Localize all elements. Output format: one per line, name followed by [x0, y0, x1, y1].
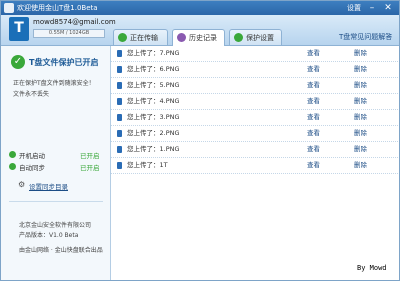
file-icon	[117, 66, 122, 73]
delete-link[interactable]: 删除	[354, 97, 367, 106]
list-item: 您上传了：7.PNG 查看 删除	[111, 46, 399, 62]
file-icon	[117, 130, 122, 137]
storage-usage-bar: 0.55M / 1024GB	[33, 29, 105, 38]
faq-link[interactable]: T盘常见问题解答	[339, 32, 392, 42]
history-icon	[177, 33, 186, 42]
transfer-icon	[118, 33, 127, 42]
list-item: 您上传了：5.PNG 查看 删除	[111, 78, 399, 94]
history-entry-name: 您上传了：3.PNG	[127, 113, 180, 121]
divider	[9, 201, 103, 202]
delete-link[interactable]: 删除	[354, 49, 367, 58]
status-desc-line: 正在保护T盘文件到随滚安全！	[13, 80, 95, 87]
tab-label: 保护设置	[246, 34, 274, 42]
file-icon	[117, 114, 122, 121]
history-entry-name: 您上传了：4.PNG	[127, 97, 180, 105]
delete-link[interactable]: 删除	[354, 113, 367, 122]
sync-folder-link[interactable]: 设置同步目录	[29, 181, 68, 191]
file-icon	[117, 146, 122, 153]
view-link[interactable]: 查看	[307, 113, 320, 122]
history-entry-name: 您上传了：1.PNG	[127, 145, 180, 153]
file-icon	[117, 162, 122, 169]
list-item: 您上传了：1T 查看 删除	[111, 158, 399, 174]
window-title: 欢迎使用金山T盘1.0Beta	[17, 4, 98, 12]
delete-link[interactable]: 删除	[354, 129, 367, 138]
delete-link[interactable]: 删除	[354, 161, 367, 170]
product-version: 产品版本：V1.0 Beta	[19, 232, 79, 239]
status-desc-line: 文件永不丢失	[13, 91, 50, 98]
history-entry-name: 您上传了：1T	[127, 161, 168, 169]
app-logo-icon	[4, 3, 14, 13]
history-entry-name: 您上传了：7.PNG	[127, 49, 180, 57]
tab-label: 历史记录	[189, 34, 217, 42]
app-window: 欢迎使用金山T盘1.0Beta 设置 – ✕ T mowd8574@gmail.…	[0, 0, 400, 281]
tab-transferring[interactable]: 正在传输	[113, 29, 168, 45]
check-icon: ✓	[11, 55, 25, 69]
view-link[interactable]: 查看	[307, 97, 320, 106]
list-item: 您上传了：3.PNG 查看 删除	[111, 110, 399, 126]
enabled-dot-icon	[9, 163, 16, 170]
view-link[interactable]: 查看	[307, 65, 320, 74]
view-link[interactable]: 查看	[307, 145, 320, 154]
history-list: 您上传了：7.PNG 查看 删除 您上传了：6.PNG 查看 删除 您上传了：5…	[111, 46, 399, 280]
feature-label: 自动同步	[19, 164, 45, 172]
shield-icon	[234, 33, 243, 42]
tab-label: 正在传输	[130, 34, 158, 42]
avatar: T	[9, 17, 29, 41]
feature-startup: 开机启动 已开启	[9, 150, 100, 160]
file-icon	[117, 82, 122, 89]
protection-status-title: T盘文件保护已开启	[29, 58, 99, 67]
feature-label: 开机启动	[19, 152, 45, 160]
delete-link[interactable]: 删除	[354, 65, 367, 74]
byline: By Mowd	[357, 264, 387, 272]
wrench-icon: ⚙	[18, 180, 26, 189]
view-link[interactable]: 查看	[307, 161, 320, 170]
delete-link[interactable]: 删除	[354, 81, 367, 90]
account-email: mowd8574@gmail.com	[33, 18, 116, 26]
avatar-letter: T	[14, 20, 24, 36]
tab-history[interactable]: 历史记录	[172, 29, 225, 46]
delete-link[interactable]: 删除	[354, 145, 367, 154]
protection-status-desc: 正在保护T盘文件到随滚安全！ 文件永不丢失	[13, 78, 105, 100]
history-entry-name: 您上传了：2.PNG	[127, 129, 180, 137]
enabled-dot-icon	[9, 151, 16, 158]
view-link[interactable]: 查看	[307, 81, 320, 90]
view-link[interactable]: 查看	[307, 129, 320, 138]
feature-state[interactable]: 已开启	[80, 162, 100, 172]
file-icon	[117, 50, 122, 57]
tab-protection-settings[interactable]: 保护设置	[229, 29, 282, 45]
close-icon[interactable]: ✕	[381, 2, 395, 14]
list-item: 您上传了：6.PNG 查看 删除	[111, 62, 399, 78]
title-bar[interactable]: 欢迎使用金山T盘1.0Beta 设置 – ✕	[1, 1, 399, 15]
feature-state[interactable]: 已开启	[80, 150, 100, 160]
settings-button[interactable]: 设置	[347, 3, 361, 13]
list-item: 您上传了：4.PNG 查看 删除	[111, 94, 399, 110]
history-entry-name: 您上传了：6.PNG	[127, 65, 180, 73]
file-icon	[117, 98, 122, 105]
publisher-info: 由金山网络 · 金山快盘联合出品	[19, 247, 103, 254]
company-name: 北京金山安全软件有限公司	[19, 222, 92, 229]
feature-auto-sync: 自动同步 已开启	[9, 162, 100, 172]
list-item: 您上传了：1.PNG 查看 删除	[111, 142, 399, 158]
minimize-icon[interactable]: –	[366, 2, 378, 14]
list-item: 您上传了：2.PNG 查看 删除	[111, 126, 399, 142]
view-link[interactable]: 查看	[307, 49, 320, 58]
history-entry-name: 您上传了：5.PNG	[127, 81, 180, 89]
